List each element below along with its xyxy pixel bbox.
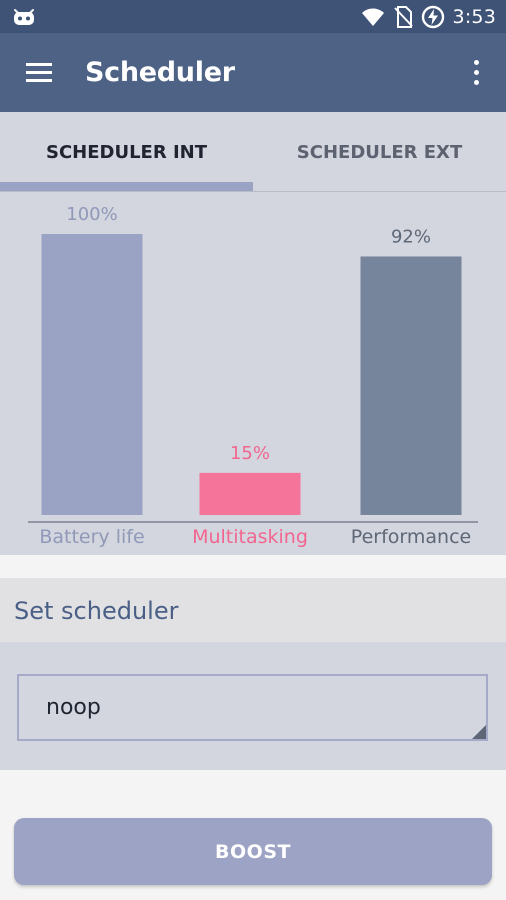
boost-button[interactable]: BOOST [14, 818, 492, 885]
more-vert-icon[interactable] [462, 53, 490, 91]
scheduler-selected-value: noop [46, 695, 101, 720]
scheduler-select[interactable]: noop [17, 674, 488, 741]
tab-scheduler-int[interactable]: SCHEDULER INT [0, 112, 253, 192]
bar-chart: 100% Battery life 15% Multitasking 92% Perfor… [28, 204, 478, 548]
tab-scheduler-ext[interactable]: SCHEDULER EXT [253, 112, 506, 192]
bar-performance [360, 256, 462, 515]
bar-value-label: 100% [66, 204, 117, 225]
wifi-icon [361, 8, 384, 26]
set-scheduler-header: Set scheduler [0, 578, 506, 642]
set-scheduler-label: Set scheduler [14, 597, 179, 625]
clock: 3:53 [452, 5, 496, 28]
android-icon [14, 9, 34, 25]
menu-icon[interactable] [18, 55, 60, 91]
dropdown-triangle-icon [472, 725, 486, 739]
set-scheduler-body: noop [0, 642, 506, 770]
category-label: Multitasking [192, 526, 308, 548]
bar-value-label: 15% [230, 443, 270, 464]
app-bar: Scheduler [0, 33, 506, 112]
tab-indicator [0, 182, 253, 191]
tab-bar: SCHEDULER INT SCHEDULER EXT [0, 112, 506, 192]
bar-value-label: 92% [391, 226, 431, 247]
battery-charging-icon [421, 5, 444, 28]
scheduler-chart: 100% Battery life 15% Multitasking 92% Perfor… [0, 192, 506, 555]
bar-multitasking [199, 472, 301, 515]
page-title: Scheduler [85, 57, 235, 88]
bar-battery-life [41, 234, 143, 515]
category-label: Battery life [39, 526, 144, 548]
category-label: Performance [351, 526, 471, 548]
no-sim-icon [393, 5, 413, 28]
status-bar: 3:53 [0, 0, 506, 33]
